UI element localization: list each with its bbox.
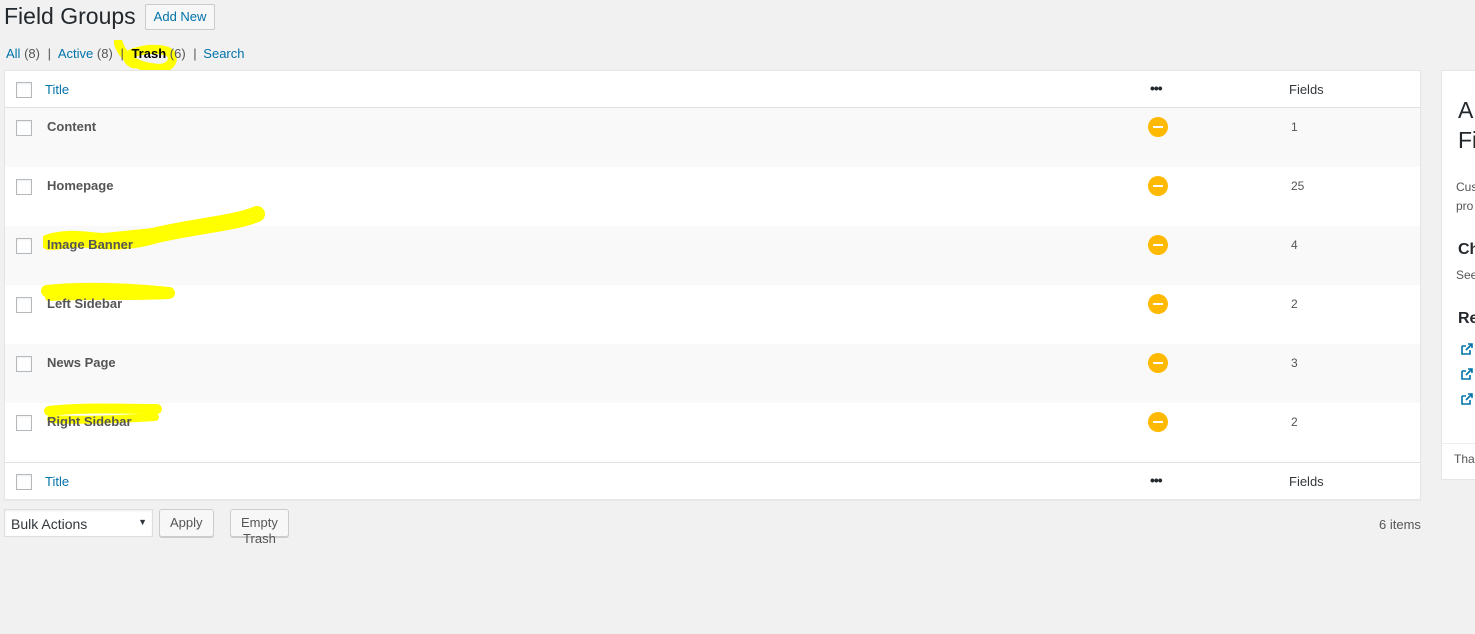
row-checkbox[interactable]: [16, 356, 32, 372]
minus-circle-icon: [1148, 235, 1168, 255]
page-title: Field Groups: [4, 3, 136, 29]
row-checkbox[interactable]: [16, 238, 32, 254]
field-groups-table: Title ••• Fields Content 1 Homepage 25 I…: [4, 70, 1421, 500]
row-fields-count: 1: [1291, 120, 1298, 134]
row-title[interactable]: Left Sidebar: [47, 296, 122, 311]
sidebar-title: A Fi: [1458, 97, 1475, 153]
sidebar-text: See: [1456, 268, 1475, 282]
table-row: News Page 3: [5, 344, 1420, 403]
chevron-down-icon: ▼: [138, 517, 147, 527]
table-row: Right Sidebar 2: [5, 403, 1420, 462]
bulk-actions-select[interactable]: Bulk Actions ▼: [4, 509, 153, 537]
external-link-icon[interactable]: [1460, 392, 1474, 406]
filter-search-link[interactable]: Search: [203, 46, 244, 61]
table-row: Content 1: [5, 108, 1420, 167]
row-fields-count: 3: [1291, 356, 1298, 370]
minus-circle-icon: [1148, 353, 1168, 373]
external-link-icon[interactable]: [1460, 342, 1474, 356]
minus-circle-icon: [1148, 176, 1168, 196]
select-all-checkbox-footer[interactable]: [16, 474, 32, 490]
row-title[interactable]: Content: [47, 119, 96, 134]
title-column-sort-link-footer[interactable]: Title: [45, 474, 69, 489]
acf-info-sidebar: A Fi Cus pro Ch See Re Tha: [1441, 70, 1475, 480]
table-row: Image Banner 4: [5, 206, 1420, 285]
fields-column-header: Fields: [1289, 82, 1324, 97]
select-all-checkbox[interactable]: [16, 82, 32, 98]
minus-circle-icon: [1148, 294, 1168, 314]
more-dots-icon: •••: [1150, 472, 1163, 488]
row-checkbox[interactable]: [16, 297, 32, 313]
status-filter-links: All (8) | Active (8) | Trash (6) | Searc…: [6, 46, 245, 61]
empty-trash-button[interactable]: Empty Trash: [230, 509, 289, 546]
row-title[interactable]: Image Banner: [47, 237, 133, 252]
minus-circle-icon: [1148, 117, 1168, 137]
sidebar-text: pro: [1456, 199, 1474, 213]
filter-active-link[interactable]: Active (8): [58, 46, 113, 61]
page-header: Field Groups Add New: [4, 2, 216, 31]
row-fields-count: 2: [1291, 297, 1298, 311]
row-checkbox[interactable]: [16, 179, 32, 195]
row-title[interactable]: Homepage: [47, 178, 113, 193]
sidebar-text: Cus: [1456, 180, 1475, 194]
apply-button[interactable]: Apply: [159, 509, 214, 537]
row-title[interactable]: News Page: [47, 355, 116, 370]
sidebar-footer: Tha: [1442, 443, 1475, 466]
sidebar-heading: Re: [1458, 310, 1475, 327]
title-column-sort-link[interactable]: Title: [45, 82, 69, 97]
minus-circle-icon: [1148, 412, 1168, 432]
filter-all-link[interactable]: All (8): [6, 46, 40, 61]
external-link-icon[interactable]: [1460, 367, 1474, 381]
fields-column-footer: Fields: [1289, 474, 1324, 489]
more-dots-icon: •••: [1150, 80, 1163, 96]
sidebar-heading: Ch: [1458, 241, 1475, 258]
row-checkbox[interactable]: [16, 415, 32, 431]
row-fields-count: 4: [1291, 238, 1298, 252]
table-footer: Title ••• Fields: [5, 462, 1420, 499]
row-fields-count: 25: [1291, 179, 1305, 193]
row-title[interactable]: Right Sidebar: [47, 414, 132, 429]
filter-trash-link[interactable]: Trash (6): [131, 46, 185, 61]
row-fields-count: 2: [1291, 415, 1298, 429]
table-row: Left Sidebar 2: [5, 282, 1420, 344]
add-new-button[interactable]: Add New: [144, 4, 216, 30]
items-count: 6 items: [1379, 517, 1421, 532]
table-header: Title ••• Fields: [5, 71, 1420, 108]
row-checkbox[interactable]: [16, 120, 32, 136]
